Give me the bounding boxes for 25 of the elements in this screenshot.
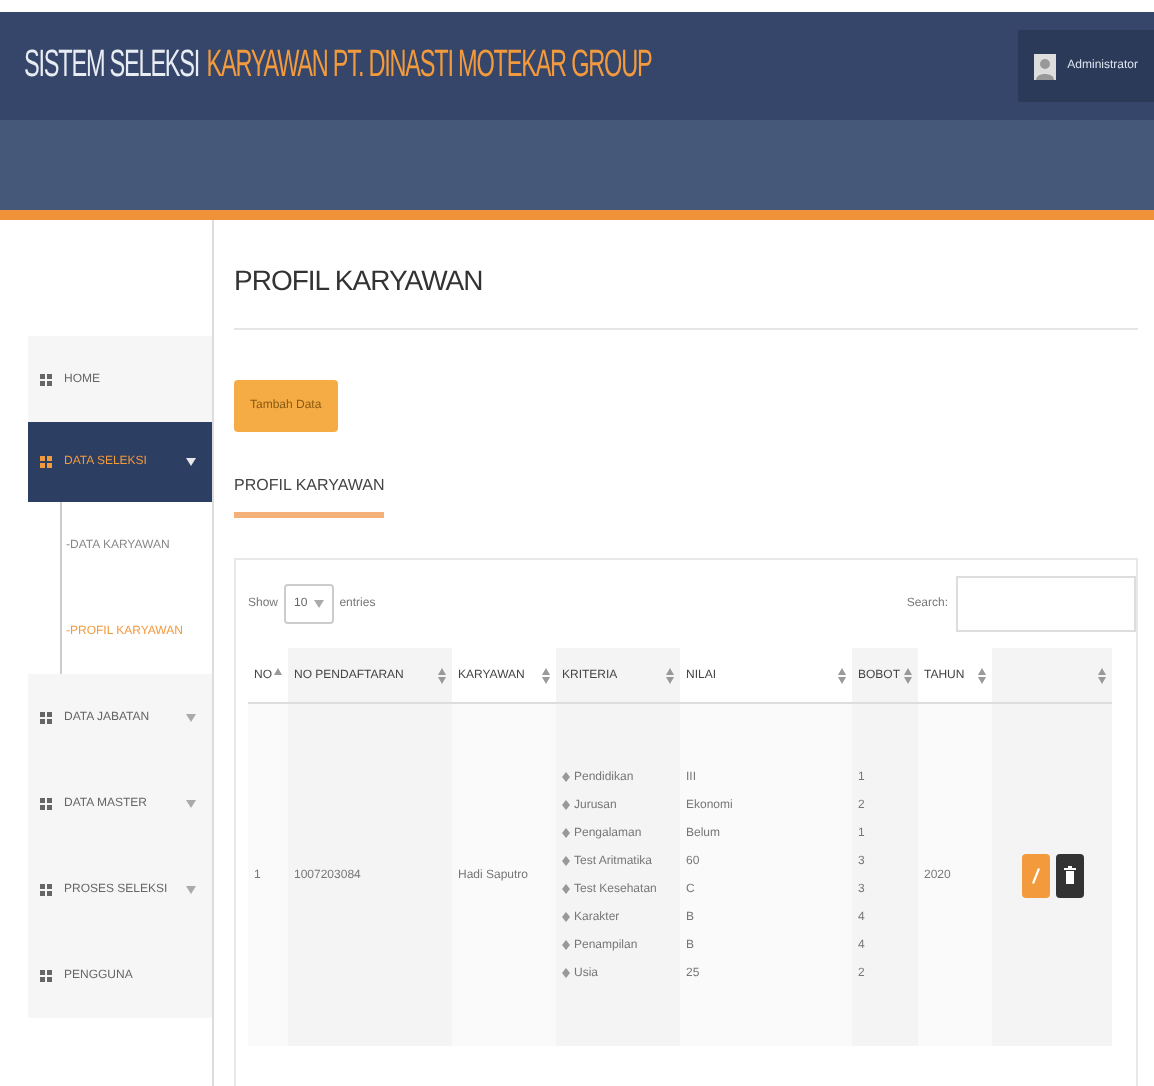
bullet-icon	[562, 912, 570, 922]
bullet-icon	[562, 884, 570, 894]
search-field[interactable]	[956, 576, 1136, 632]
avatar-icon	[1033, 53, 1056, 79]
delete-button[interactable]	[1055, 853, 1083, 897]
page-title: PROFIL KARYAWAN	[234, 220, 1138, 330]
grid-icon	[40, 883, 52, 895]
company-name: KARYAWAN PT. DINASTI MOTEKAR GROUP	[206, 44, 652, 88]
bullet-icon	[562, 800, 570, 810]
app-title: SISTEM SELEKSI	[24, 44, 200, 88]
pencil-icon	[1031, 867, 1039, 883]
column-header[interactable]	[992, 648, 1112, 704]
bullet-icon	[562, 772, 570, 782]
trash-icon	[1063, 866, 1075, 884]
bullet-icon	[562, 828, 570, 838]
section-title: PROFIL KARYAWAN	[234, 476, 385, 518]
grid-icon	[40, 373, 52, 385]
grid-icon	[40, 456, 52, 468]
caret-icon	[313, 600, 324, 608]
bullet-icon	[562, 856, 570, 866]
bullet-icon	[562, 968, 570, 978]
grid-icon	[40, 797, 52, 809]
grid-icon	[40, 711, 52, 723]
grid-icon	[40, 969, 52, 981]
bullet-icon	[562, 940, 570, 950]
